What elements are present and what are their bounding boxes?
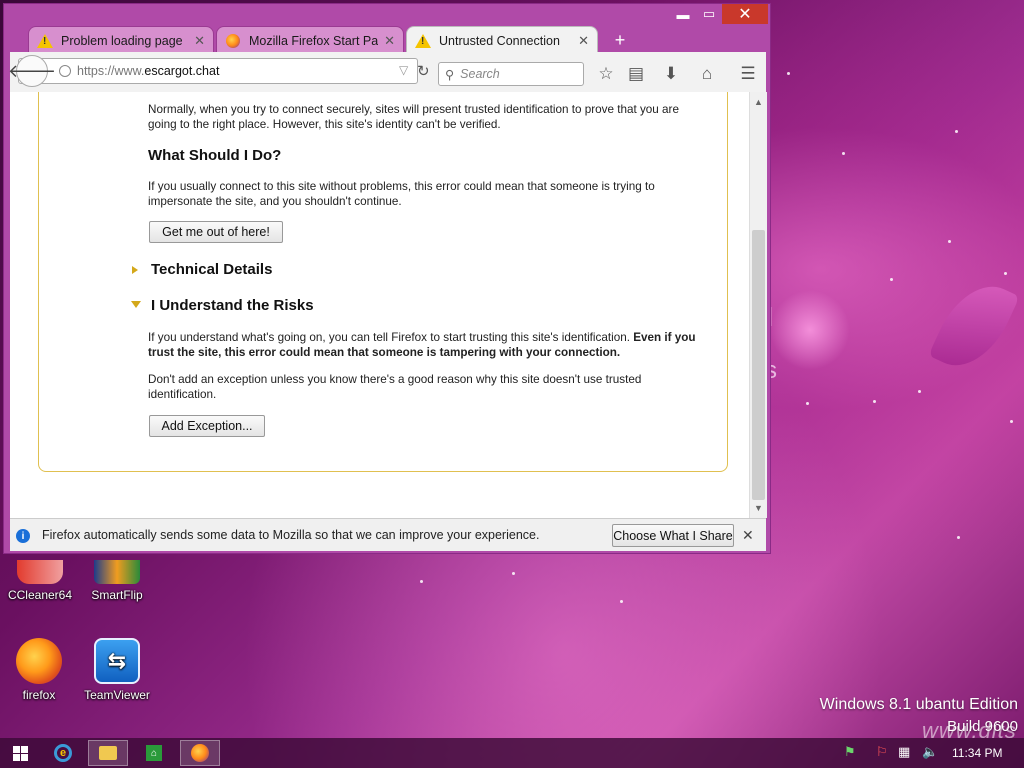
teamviewer-icon: ⇆: [94, 638, 140, 684]
desktop-icon-label: TeamViewer: [84, 688, 150, 702]
search-icon: ⚲: [445, 67, 455, 82]
taskbar-store[interactable]: ⌂: [134, 740, 174, 766]
clock[interactable]: 11:34 PM: [952, 746, 1002, 760]
back-button[interactable]: 🡐: [8, 55, 56, 87]
menu-icon[interactable]: ☰: [736, 62, 760, 86]
home-icon[interactable]: ⌂: [695, 62, 719, 86]
search-input[interactable]: ⚲ Search: [438, 62, 584, 86]
url-bar[interactable]: https://www.escargot.chat ▽ ↻: [18, 58, 430, 84]
warning-icon: [37, 33, 53, 49]
bookmark-star-icon[interactable]: ☆: [594, 62, 618, 86]
store-icon: ⌂: [146, 745, 162, 761]
scrollbar-thumb[interactable]: [752, 230, 765, 500]
internet-explorer-icon: e: [54, 744, 72, 762]
start-button[interactable]: [0, 740, 40, 766]
tab-close-icon[interactable]: ✕: [194, 33, 205, 49]
tab-label: Mozilla Firefox Start Pa...: [249, 33, 379, 48]
intro-text: Normally, when you try to connect secure…: [148, 103, 679, 131]
desktop-icon-ccleaner[interactable]: CCleaner64: [0, 560, 80, 602]
firefox-icon: [191, 744, 209, 762]
reload-icon[interactable]: ↻: [417, 62, 430, 80]
smartflip-icon: [94, 560, 140, 584]
desktop-icon-label: firefox: [22, 688, 56, 702]
title-bar[interactable]: ▬ ▭ ✕: [4, 4, 770, 24]
get-me-out-button[interactable]: Get me out of here!: [149, 221, 283, 243]
url-history-dropdown-icon[interactable]: ▽: [399, 63, 408, 77]
maximize-button[interactable]: ▭: [696, 4, 722, 24]
add-exception-button[interactable]: Add Exception...: [149, 415, 265, 437]
url-text: https://www.escargot.chat: [77, 64, 220, 78]
heading-what-should-i-do: What Should I Do?: [148, 147, 282, 164]
tab-close-icon[interactable]: ✕: [578, 33, 589, 49]
download-icon[interactable]: ⬇: [659, 62, 683, 86]
site-identity-icon[interactable]: [59, 65, 71, 77]
desktop-icon-teamviewer[interactable]: ⇆ TeamViewer: [77, 638, 157, 702]
choose-what-i-share-button[interactable]: Choose What I Share: [612, 524, 734, 547]
volume-muted-icon[interactable]: 🔈: [922, 744, 938, 760]
vertical-scrollbar[interactable]: ▲ ▼: [749, 92, 767, 518]
notification-text: Firefox automatically sends some data to…: [42, 528, 540, 542]
error-panel: [38, 92, 728, 472]
taskbar-internet-explorer[interactable]: e: [43, 740, 83, 766]
taskbar-file-explorer[interactable]: [88, 740, 128, 766]
flag-icon[interactable]: ⚐: [876, 744, 888, 760]
warning-icon: [415, 33, 431, 49]
understand-risks-heading: I Understand the Risks: [151, 297, 314, 314]
watermark-edition: Windows 8.1 ubantu Edition: [819, 696, 1018, 713]
tab-firefox-start[interactable]: Mozilla Firefox Start Pa... ✕: [216, 26, 404, 54]
tab-close-icon[interactable]: ✕: [384, 33, 395, 49]
background-glow: [770, 290, 850, 370]
exception-text: Don't add an exception unless you know t…: [148, 373, 642, 401]
scroll-up-icon[interactable]: ▲: [750, 94, 767, 110]
scroll-down-icon[interactable]: ▼: [750, 500, 767, 516]
minimize-button[interactable]: ▬: [670, 4, 696, 24]
tab-label: Untrusted Connection: [439, 34, 560, 48]
technical-details-heading: Technical Details: [151, 261, 273, 278]
data-sharing-notification: i Firefox automatically sends some data …: [10, 518, 766, 551]
taskbar: e ⌂ ⚑ ⚐ ▦ 🔈 11:34 PM: [0, 738, 1024, 768]
close-window-button[interactable]: ✕: [722, 4, 768, 24]
firefox-window: ▬ ▭ ✕ Problem loading page ✕ Mozilla Fir…: [3, 3, 771, 554]
desktop-icon-firefox[interactable]: firefox: [0, 638, 79, 702]
new-tab-button[interactable]: +: [608, 28, 632, 52]
windows-logo-icon: [12, 745, 28, 761]
action-center-icon[interactable]: ⚑: [844, 744, 856, 760]
tab-strip: Problem loading page ✕ Mozilla Firefox S…: [12, 22, 770, 55]
expand-arrow-icon: [132, 266, 138, 274]
tab-untrusted-connection[interactable]: Untrusted Connection ✕: [406, 26, 598, 55]
reading-list-icon[interactable]: ▤: [624, 62, 648, 86]
tab-label: Problem loading page: [61, 33, 183, 48]
desktop-icon-label: SmartFlip: [91, 588, 143, 602]
page-content: Normally, when you try to connect secure…: [10, 92, 749, 518]
info-icon: i: [16, 529, 30, 543]
ccleaner-icon: [17, 560, 63, 584]
desktop-icon-smartflip[interactable]: SmartFlip: [77, 560, 157, 602]
firefox-icon: [225, 33, 241, 49]
network-icon[interactable]: ▦: [898, 744, 910, 760]
firefox-icon: [16, 638, 62, 684]
search-placeholder: Search: [460, 67, 500, 81]
tab-problem-loading[interactable]: Problem loading page ✕: [28, 26, 214, 54]
what-to-do-text: If you usually connect to this site with…: [148, 180, 655, 208]
folder-icon: [99, 746, 117, 760]
taskbar-firefox[interactable]: [180, 740, 220, 766]
risks-text: If you understand what's going on, you c…: [148, 331, 696, 359]
notification-close-icon[interactable]: ✕: [742, 527, 754, 544]
desktop-icon-label: CCleaner64: [7, 588, 73, 602]
background-leaf-shape: [928, 272, 1020, 380]
collapse-arrow-icon: [131, 301, 141, 308]
navigation-toolbar: https://www.escargot.chat ▽ ↻ 🡐 ⚲ Search…: [8, 52, 766, 93]
